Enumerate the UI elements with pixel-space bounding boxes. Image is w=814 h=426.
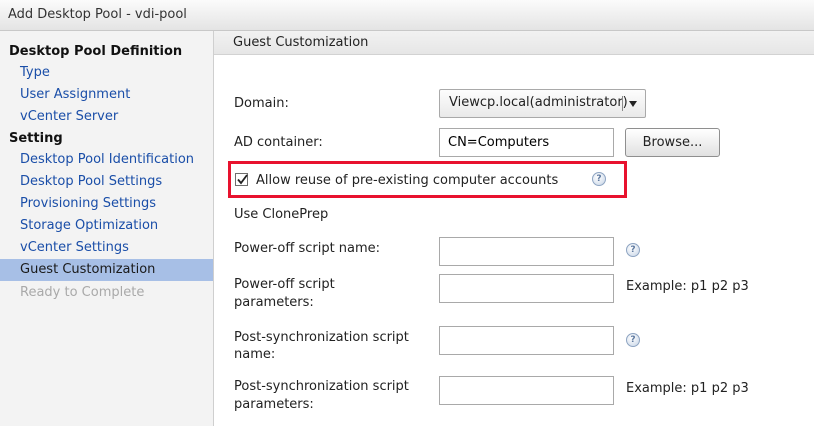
section-title: Guest Customization [233, 35, 369, 50]
help-icon[interactable]: ? [592, 172, 606, 186]
sidebar-item-user-assignment[interactable]: User Assignment [0, 84, 213, 106]
sidebar-item-type[interactable]: Type [0, 62, 213, 84]
postsync-script-name-label-line2: name: [234, 347, 276, 362]
select-separator [622, 96, 623, 111]
postsync-script-name-label-line1: Post-synchronization script [234, 330, 409, 345]
ad-container-input[interactable] [439, 128, 614, 157]
guest-customization-panel: Guest Customization Domain: Viewcp.local… [214, 31, 814, 426]
wizard-sidebar: Desktop Pool Definition Type User Assign… [0, 31, 214, 426]
poweroff-script-name-label: Power-off script name: [234, 241, 381, 256]
window-titlebar: Add Desktop Pool - vdi-pool [0, 0, 814, 31]
dropdown-arrow-icon [629, 101, 637, 107]
domain-label: Domain: [234, 96, 289, 111]
allow-reuse-label: Allow reuse of pre-existing computer acc… [256, 173, 559, 188]
allow-reuse-checkbox[interactable] [235, 173, 248, 186]
postsync-params-example: Example: p1 p2 p3 [626, 381, 749, 396]
domain-select-value: Viewcp.local(administrator) [449, 95, 628, 110]
postsync-script-name-input[interactable] [439, 326, 614, 355]
postsync-script-params-label-line2: parameters: [234, 397, 314, 412]
poweroff-script-params-label-line2: parameters: [234, 295, 314, 310]
sidebar-item-vcenter-settings[interactable]: vCenter Settings [0, 237, 213, 259]
sidebar-section-desktop-pool-definition: Desktop Pool Definition [9, 44, 183, 59]
poweroff-script-params-label-line1: Power-off script [234, 277, 335, 292]
window-title: Add Desktop Pool - vdi-pool [8, 7, 187, 22]
help-icon[interactable]: ? [626, 243, 640, 257]
postsync-script-params-label-line1: Post-synchronization script [234, 379, 409, 394]
sidebar-item-storage-optimization[interactable]: Storage Optimization [0, 215, 213, 237]
sidebar-item-desktop-pool-settings[interactable]: Desktop Pool Settings [0, 171, 213, 193]
sidebar-section-setting: Setting [9, 131, 63, 146]
sidebar-item-vcenter-server[interactable]: vCenter Server [0, 106, 213, 128]
browse-button[interactable]: Browse... [625, 128, 720, 157]
help-icon[interactable]: ? [626, 333, 640, 347]
ad-container-label: AD container: [234, 135, 323, 150]
postsync-script-params-input[interactable] [439, 376, 614, 405]
sidebar-item-ready-to-complete: Ready to Complete [20, 285, 145, 300]
poweroff-script-params-input[interactable] [439, 274, 614, 303]
poweroff-params-example: Example: p1 p2 p3 [626, 279, 749, 294]
sidebar-item-guest-customization[interactable]: Guest Customization [0, 259, 213, 281]
sidebar-item-desktop-pool-identification[interactable]: Desktop Pool Identification [0, 149, 213, 171]
use-cloneprep-label: Use ClonePrep [234, 207, 329, 222]
domain-select[interactable]: Viewcp.local(administrator) [439, 89, 646, 118]
sidebar-item-provisioning-settings[interactable]: Provisioning Settings [0, 193, 213, 215]
poweroff-script-name-input[interactable] [439, 237, 614, 266]
section-header: Guest Customization [214, 31, 814, 55]
checkmark-icon [237, 174, 248, 185]
